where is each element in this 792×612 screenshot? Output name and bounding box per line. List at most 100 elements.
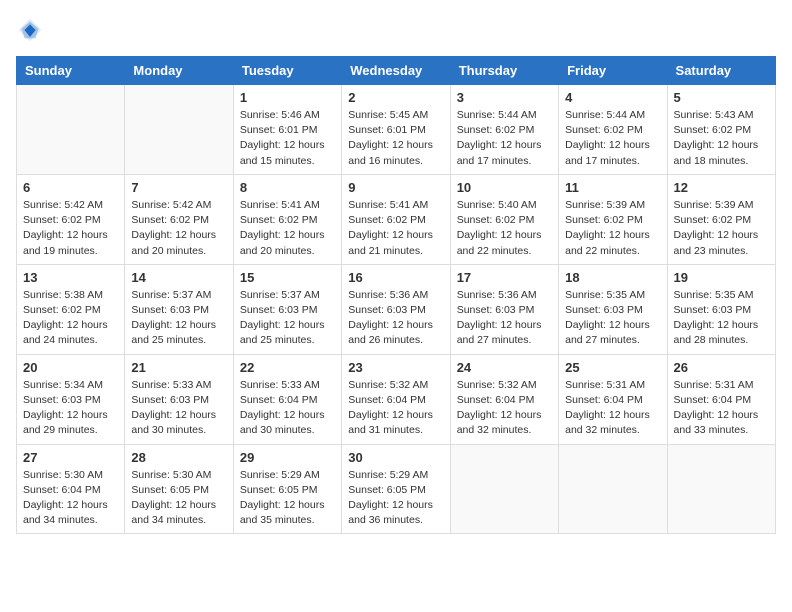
day-info: Sunrise: 5:36 AMSunset: 6:03 PMDaylight:… xyxy=(348,288,443,349)
day-number: 2 xyxy=(348,90,443,105)
day-info: Sunrise: 5:29 AMSunset: 6:05 PMDaylight:… xyxy=(348,468,443,529)
week-row-3: 13Sunrise: 5:38 AMSunset: 6:02 PMDayligh… xyxy=(17,264,776,354)
day-info: Sunrise: 5:32 AMSunset: 6:04 PMDaylight:… xyxy=(457,378,552,439)
column-header-friday: Friday xyxy=(559,57,667,85)
calendar-cell: 18 Sunrise: 5:35 AMSunset: 6:03 PMDayligh… xyxy=(559,264,667,354)
day-info: Sunrise: 5:42 AMSunset: 6:02 PMDaylight:… xyxy=(131,198,226,259)
calendar-cell: 14 Sunrise: 5:37 AMSunset: 6:03 PMDayligh… xyxy=(125,264,233,354)
calendar-cell: 28 Sunrise: 5:30 AMSunset: 6:05 PMDayligh… xyxy=(125,444,233,534)
day-number: 12 xyxy=(674,180,769,195)
column-header-saturday: Saturday xyxy=(667,57,775,85)
calendar-cell xyxy=(559,444,667,534)
day-number: 4 xyxy=(565,90,660,105)
column-header-wednesday: Wednesday xyxy=(342,57,450,85)
calendar-cell: 5 Sunrise: 5:43 AMSunset: 6:02 PMDaylight… xyxy=(667,85,775,175)
day-info: Sunrise: 5:32 AMSunset: 6:04 PMDaylight:… xyxy=(348,378,443,439)
column-header-sunday: Sunday xyxy=(17,57,125,85)
day-info: Sunrise: 5:46 AMSunset: 6:01 PMDaylight:… xyxy=(240,108,335,169)
day-info: Sunrise: 5:39 AMSunset: 6:02 PMDaylight:… xyxy=(565,198,660,259)
calendar-cell: 24 Sunrise: 5:32 AMSunset: 6:04 PMDayligh… xyxy=(450,354,558,444)
week-row-4: 20 Sunrise: 5:34 AMSunset: 6:03 PMDayligh… xyxy=(17,354,776,444)
calendar-cell: 3 Sunrise: 5:44 AMSunset: 6:02 PMDaylight… xyxy=(450,85,558,175)
calendar-cell: 8 Sunrise: 5:41 AMSunset: 6:02 PMDaylight… xyxy=(233,174,341,264)
day-info: Sunrise: 5:31 AMSunset: 6:04 PMDaylight:… xyxy=(674,378,769,439)
week-row-1: 1 Sunrise: 5:46 AMSunset: 6:01 PMDaylight… xyxy=(17,85,776,175)
day-number: 29 xyxy=(240,450,335,465)
day-number: 14 xyxy=(131,270,226,285)
day-number: 8 xyxy=(240,180,335,195)
calendar-cell xyxy=(450,444,558,534)
day-number: 21 xyxy=(131,360,226,375)
calendar-cell: 20 Sunrise: 5:34 AMSunset: 6:03 PMDayligh… xyxy=(17,354,125,444)
calendar-cell xyxy=(667,444,775,534)
day-info: Sunrise: 5:29 AMSunset: 6:05 PMDaylight:… xyxy=(240,468,335,529)
calendar-cell: 4Sunrise: 5:44 AMSunset: 6:02 PMDaylight… xyxy=(559,85,667,175)
calendar-cell xyxy=(17,85,125,175)
day-info: Sunrise: 5:44 AMSunset: 6:02 PMDaylight:… xyxy=(457,108,552,169)
week-row-2: 6 Sunrise: 5:42 AMSunset: 6:02 PMDaylight… xyxy=(17,174,776,264)
calendar-cell: 19Sunrise: 5:35 AMSunset: 6:03 PMDayligh… xyxy=(667,264,775,354)
day-info: Sunrise: 5:43 AMSunset: 6:02 PMDaylight:… xyxy=(674,108,769,169)
day-info: Sunrise: 5:42 AMSunset: 6:02 PMDaylight:… xyxy=(23,198,118,259)
calendar-cell: 2 Sunrise: 5:45 AMSunset: 6:01 PMDaylight… xyxy=(342,85,450,175)
day-number: 25 xyxy=(565,360,660,375)
day-number: 30 xyxy=(348,450,443,465)
day-number: 7 xyxy=(131,180,226,195)
calendar-cell: 13Sunrise: 5:38 AMSunset: 6:02 PMDayligh… xyxy=(17,264,125,354)
day-info: Sunrise: 5:33 AMSunset: 6:04 PMDaylight:… xyxy=(240,378,335,439)
column-header-monday: Monday xyxy=(125,57,233,85)
logo xyxy=(16,16,48,44)
column-header-thursday: Thursday xyxy=(450,57,558,85)
calendar-cell: 11 Sunrise: 5:39 AMSunset: 6:02 PMDayligh… xyxy=(559,174,667,264)
calendar-cell: 22 Sunrise: 5:33 AMSunset: 6:04 PMDayligh… xyxy=(233,354,341,444)
day-number: 24 xyxy=(457,360,552,375)
day-info: Sunrise: 5:45 AMSunset: 6:01 PMDaylight:… xyxy=(348,108,443,169)
day-info: Sunrise: 5:37 AMSunset: 6:03 PMDaylight:… xyxy=(240,288,335,349)
calendar-cell: 30 Sunrise: 5:29 AMSunset: 6:05 PMDayligh… xyxy=(342,444,450,534)
day-info: Sunrise: 5:30 AMSunset: 6:05 PMDaylight:… xyxy=(131,468,226,529)
day-number: 10 xyxy=(457,180,552,195)
day-number: 16 xyxy=(348,270,443,285)
day-number: 17 xyxy=(457,270,552,285)
day-number: 22 xyxy=(240,360,335,375)
day-number: 27 xyxy=(23,450,118,465)
day-info: Sunrise: 5:37 AMSunset: 6:03 PMDaylight:… xyxy=(131,288,226,349)
day-info: Sunrise: 5:41 AMSunset: 6:02 PMDaylight:… xyxy=(240,198,335,259)
calendar-cell: 17 Sunrise: 5:36 AMSunset: 6:03 PMDayligh… xyxy=(450,264,558,354)
day-number: 11 xyxy=(565,180,660,195)
day-number: 28 xyxy=(131,450,226,465)
logo-icon xyxy=(16,16,44,44)
calendar-cell: 21Sunrise: 5:33 AMSunset: 6:03 PMDayligh… xyxy=(125,354,233,444)
calendar-cell: 12 Sunrise: 5:39 AMSunset: 6:02 PMDayligh… xyxy=(667,174,775,264)
calendar-cell: 23 Sunrise: 5:32 AMSunset: 6:04 PMDayligh… xyxy=(342,354,450,444)
calendar-cell: 10 Sunrise: 5:40 AMSunset: 6:02 PMDayligh… xyxy=(450,174,558,264)
day-number: 20 xyxy=(23,360,118,375)
day-info: Sunrise: 5:35 AMSunset: 6:03 PMDaylight:… xyxy=(674,288,769,349)
day-info: Sunrise: 5:35 AMSunset: 6:03 PMDaylight:… xyxy=(565,288,660,349)
calendar-table: SundayMondayTuesdayWednesdayThursdayFrid… xyxy=(16,56,776,534)
day-number: 6 xyxy=(23,180,118,195)
day-number: 3 xyxy=(457,90,552,105)
calendar-cell: 6 Sunrise: 5:42 AMSunset: 6:02 PMDaylight… xyxy=(17,174,125,264)
column-header-tuesday: Tuesday xyxy=(233,57,341,85)
day-info: Sunrise: 5:38 AMSunset: 6:02 PMDaylight:… xyxy=(23,288,118,349)
calendar-cell: 15 Sunrise: 5:37 AMSunset: 6:03 PMDayligh… xyxy=(233,264,341,354)
calendar-cell: 26 Sunrise: 5:31 AMSunset: 6:04 PMDayligh… xyxy=(667,354,775,444)
day-info: Sunrise: 5:41 AMSunset: 6:02 PMDaylight:… xyxy=(348,198,443,259)
calendar-cell: 29 Sunrise: 5:29 AMSunset: 6:05 PMDayligh… xyxy=(233,444,341,534)
calendar-cell: 25 Sunrise: 5:31 AMSunset: 6:04 PMDayligh… xyxy=(559,354,667,444)
day-number: 18 xyxy=(565,270,660,285)
calendar-cell xyxy=(125,85,233,175)
day-info: Sunrise: 5:34 AMSunset: 6:03 PMDaylight:… xyxy=(23,378,118,439)
day-info: Sunrise: 5:39 AMSunset: 6:02 PMDaylight:… xyxy=(674,198,769,259)
day-info: Sunrise: 5:36 AMSunset: 6:03 PMDaylight:… xyxy=(457,288,552,349)
day-number: 1 xyxy=(240,90,335,105)
day-info: Sunrise: 5:40 AMSunset: 6:02 PMDaylight:… xyxy=(457,198,552,259)
day-number: 15 xyxy=(240,270,335,285)
day-number: 5 xyxy=(674,90,769,105)
day-number: 26 xyxy=(674,360,769,375)
page-header xyxy=(16,16,776,44)
day-number: 23 xyxy=(348,360,443,375)
calendar-cell: 16 Sunrise: 5:36 AMSunset: 6:03 PMDayligh… xyxy=(342,264,450,354)
day-info: Sunrise: 5:31 AMSunset: 6:04 PMDaylight:… xyxy=(565,378,660,439)
